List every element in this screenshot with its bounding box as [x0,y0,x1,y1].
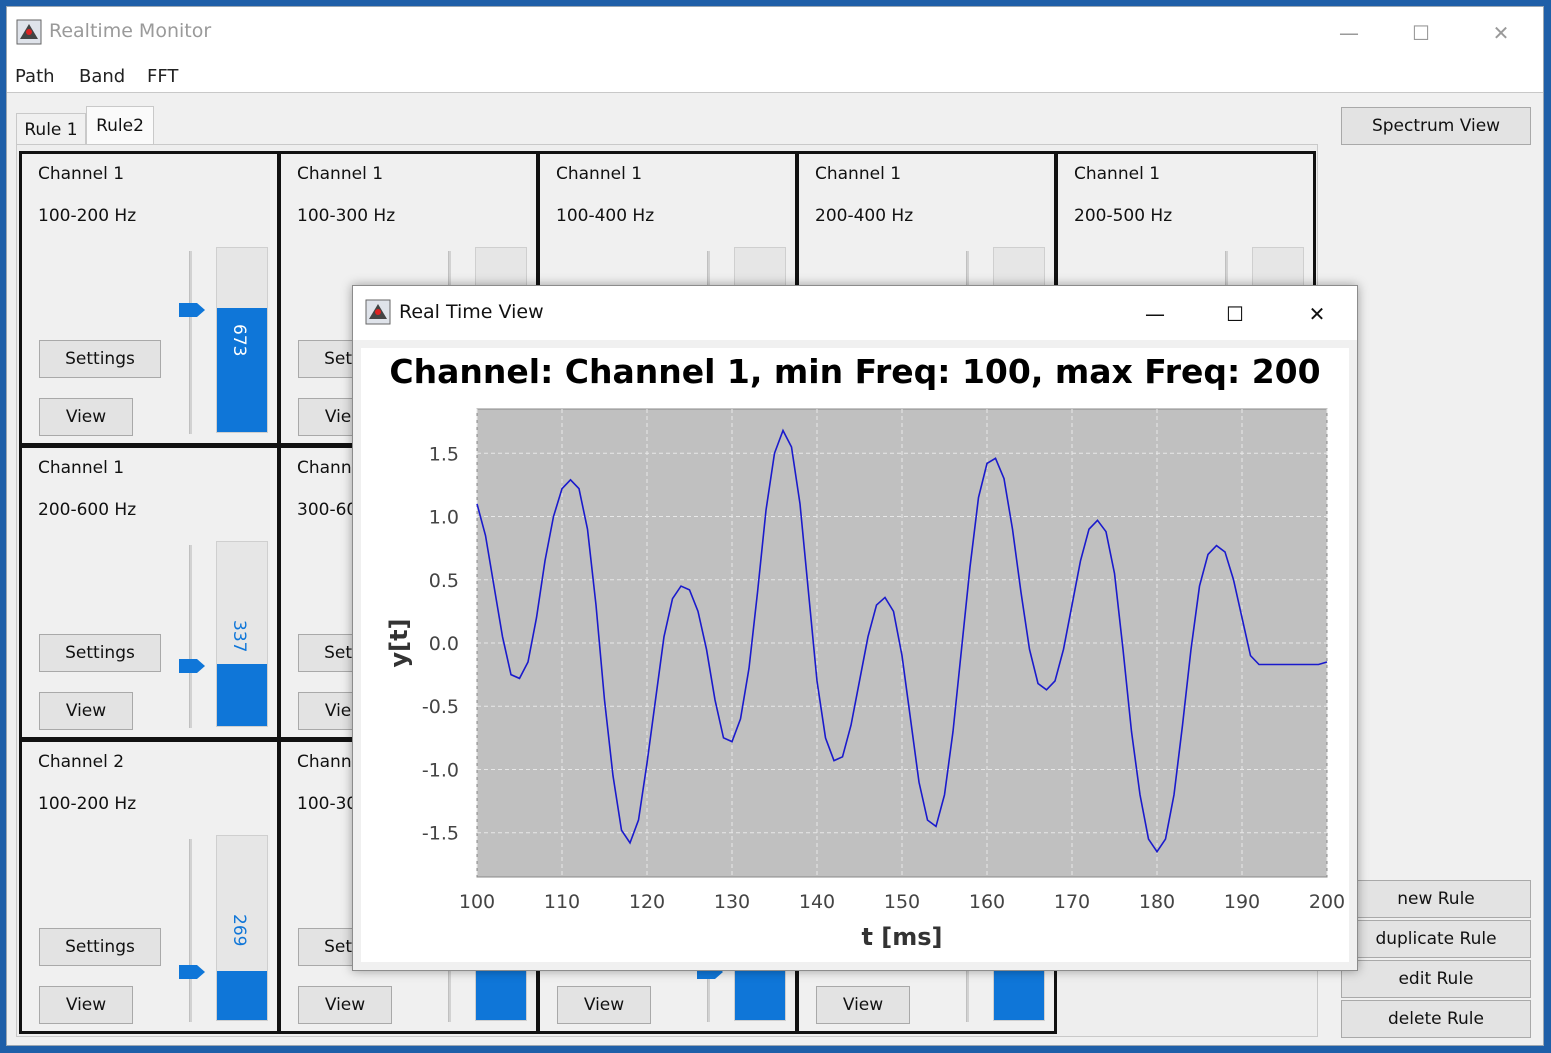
level-meter-fill [735,970,785,1020]
y-tick-label: 1.0 [429,507,459,529]
channel-label: Channel 1 [297,164,384,184]
channel-label: Channel 1 [556,164,643,184]
maximize-button[interactable]: ☐ [1401,13,1441,53]
level-meter: 269 [216,835,268,1021]
settings-button[interactable]: Settings [39,928,161,966]
minimize-button[interactable]: — [1329,13,1369,53]
band-range: 200-600 Hz [38,500,137,520]
y-tick-label: -1.0 [422,759,459,781]
rtv-minimize-button[interactable]: — [1135,294,1175,334]
x-tick-label: 120 [629,891,665,913]
channel-label: Channel 1 [815,164,902,184]
x-tick-label: 150 [884,891,920,913]
edit-rule-button[interactable]: edit Rule [1341,960,1531,998]
rtv-close-button[interactable]: ✕ [1297,294,1337,334]
y-tick-label: 0.5 [429,570,459,592]
channel-cell: Channel 1 100-200 Hz Settings View 673 [19,151,280,446]
x-tick-label: 170 [1054,891,1090,913]
band-range: 200-400 Hz [815,206,914,226]
x-tick-label: 200 [1309,891,1345,913]
channel-label: Channel 1 [1074,164,1161,184]
menu-path[interactable]: Path [15,66,55,87]
level-meter-fill [994,970,1044,1020]
channel-label: Channel 2 [38,752,125,772]
view-button[interactable]: View [39,692,133,730]
view-button[interactable]: View [39,986,133,1024]
level-value: 337 [229,620,249,653]
x-tick-label: 100 [459,891,495,913]
title-bar: Realtime Monitor — ☐ ✕ [7,7,1543,61]
tab-rule2[interactable]: Rule2 [86,106,154,145]
close-button[interactable]: ✕ [1481,13,1521,53]
view-button[interactable]: View [298,986,392,1024]
threshold-slider[interactable] [189,251,192,434]
y-axis-label: y[t] [385,618,413,667]
rtv-title-bar: Real Time View — ☐ ✕ [353,286,1357,340]
menu-bar: Path Band FFT [7,61,1543,93]
threshold-slider[interactable] [189,545,192,728]
band-range: 100-200 Hz [38,794,137,814]
settings-button[interactable]: Settings [39,340,161,378]
new-rule-button[interactable]: new Rule [1341,880,1531,918]
band-range: 200-500 Hz [1074,206,1173,226]
java-app-icon [16,19,42,45]
level-value: 269 [229,914,249,947]
java-app-icon [365,299,391,325]
x-tick-label: 160 [969,891,1005,913]
window-title: Realtime Monitor [49,20,212,42]
duplicate-rule-button[interactable]: duplicate Rule [1341,920,1531,958]
real-time-view-window: Real Time View — ☐ ✕ Channel: Channel 1,… [352,285,1358,971]
band-range: 100-300 Hz [297,206,396,226]
slider-thumb[interactable] [179,659,205,673]
level-meter: 337 [216,541,268,727]
channel-label: Channel 1 [38,164,125,184]
chart-area: Channel: Channel 1, min Freq: 100, max F… [361,348,1349,962]
level-value: 673 [229,324,249,357]
level-meter: 673 [216,247,268,433]
view-button[interactable]: View [816,986,910,1024]
band-range: 100-200 Hz [38,206,137,226]
slider-thumb[interactable] [179,965,205,979]
view-button[interactable]: View [557,986,651,1024]
y-tick-label: -0.5 [422,696,459,718]
x-tick-label: 130 [714,891,750,913]
channel-cell: Channel 2 100-200 Hz Settings View 269 [19,739,280,1034]
threshold-slider[interactable] [189,839,192,1022]
x-tick-label: 180 [1139,891,1175,913]
channel-label: Channel 1 [38,458,125,478]
view-button[interactable]: View [39,398,133,436]
tab-rule-1[interactable]: Rule 1 [16,113,86,145]
y-tick-label: 1.5 [429,443,459,465]
menu-band[interactable]: Band [79,66,125,87]
slider-thumb[interactable] [179,303,205,317]
y-tick-label: -1.5 [422,823,459,845]
x-tick-label: 140 [799,891,835,913]
y-tick-label: 0.0 [429,633,459,655]
level-meter-fill [476,970,526,1020]
line-chart: 100 110 120 130 140 150 160 170 180 190 200 1.5 1.0 0… [385,408,1345,951]
channel-cell: Channel 1 200-600 Hz Settings View 337 [19,445,280,740]
settings-button[interactable]: Settings [39,634,161,672]
spectrum-view-button[interactable]: Spectrum View [1341,107,1531,145]
rtv-window-title: Real Time View [399,301,544,323]
menu-fft[interactable]: FFT [147,66,178,87]
band-range: 100-400 Hz [556,206,655,226]
level-meter-fill [217,664,267,726]
x-tick-label: 190 [1224,891,1260,913]
x-axis-label: t [ms] [861,923,942,951]
delete-rule-button[interactable]: delete Rule [1341,1000,1531,1038]
x-tick-label: 110 [544,891,580,913]
rtv-maximize-button[interactable]: ☐ [1215,294,1255,334]
level-meter-fill [217,970,267,1020]
